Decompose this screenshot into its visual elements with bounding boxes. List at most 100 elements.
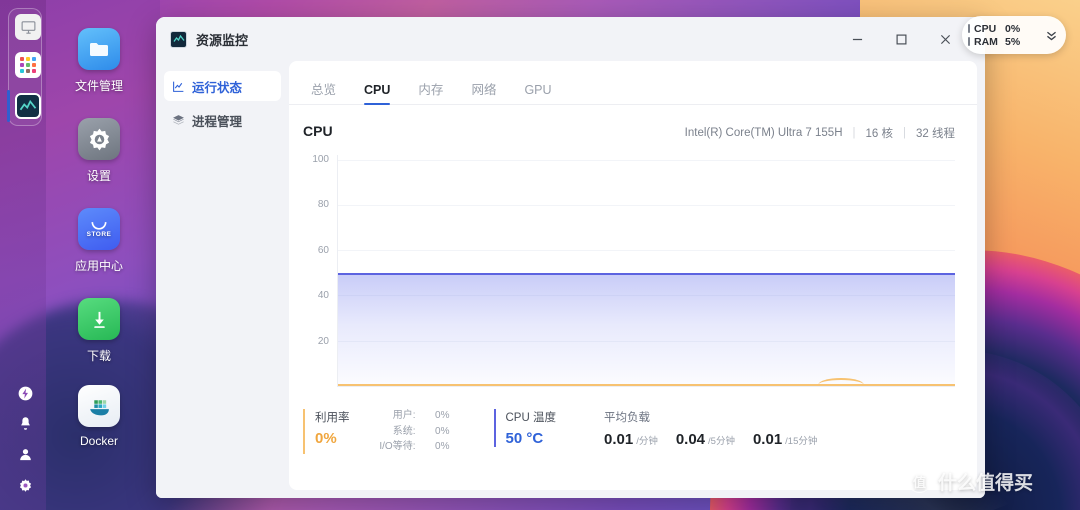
breakdown-key: 系统:: [392, 425, 416, 437]
widget-key: RAM: [974, 35, 998, 48]
sidebar-item-running-status[interactable]: 运行状态: [164, 71, 281, 101]
chart-y-axis: 100 80 60 40 20: [303, 153, 329, 387]
resource-monitor-icon: [170, 30, 187, 48]
power-icon[interactable]: [16, 384, 34, 402]
desktop-shortcut-settings[interactable]: 设置: [54, 118, 144, 184]
window-titlebar[interactable]: 资源监控: [156, 17, 985, 61]
load-unit: /15分钟: [785, 436, 818, 447]
cpu-threads: 32 线程: [916, 128, 955, 140]
load-unit: /分钟: [636, 436, 658, 447]
download-icon: [78, 298, 120, 340]
sidebar-item-label: 进程管理: [192, 114, 243, 129]
load-values: 0.01 /分钟 0.04 /5分钟 0.01 /15分钟: [604, 431, 817, 448]
chart-temperature-peak: [818, 378, 864, 385]
dock-active-indicator: [7, 90, 10, 122]
y-tick: 20: [317, 335, 329, 347]
load-item: 0.01 /15分钟: [753, 431, 817, 448]
tab-network[interactable]: 网络: [471, 83, 496, 105]
stat-utilization: 利用率 0% 用户: 0% 系统: 0% I/O等待: 0%: [303, 409, 450, 454]
stat-label: 平均负载: [603, 412, 650, 424]
shortcut-label: 应用中心: [74, 259, 123, 273]
sidebar-item-process-manager[interactable]: 进程管理: [164, 105, 281, 135]
watermark-text: 什么值得买: [938, 473, 1034, 494]
chart-plot-area: [337, 155, 955, 387]
system-monitor-widget[interactable]: CPU 0% RAM 5%: [962, 16, 1066, 54]
chart-series-cpu-frequency: [338, 272, 955, 386]
shortcut-label: 下载: [86, 349, 111, 363]
shortcut-label: Docker: [79, 434, 118, 448]
gridline: [338, 204, 955, 206]
close-button[interactable]: [925, 17, 965, 61]
breakdown-value: 0%: [435, 441, 450, 452]
breakdown-row: 用户: 0%: [372, 410, 450, 423]
taskbar-dock: [0, 0, 46, 510]
widget-key: CPU: [974, 22, 997, 35]
y-tick: 100: [312, 153, 329, 165]
desktop-shortcut-app-center[interactable]: STORE 应用中心: [54, 208, 144, 274]
resource-monitor-icon[interactable]: [15, 93, 41, 119]
load-value: 0.04: [675, 431, 706, 448]
desktop-shortcut-file-manager[interactable]: 文件管理: [54, 28, 144, 94]
load-value: 0.01: [603, 431, 634, 448]
resource-monitor-window: 资源监控 运行状态 进程管理 总览 CPU 内存 网络 GPU CPU Inte…: [156, 17, 985, 498]
widget-row-cpu: CPU 0%: [974, 23, 1027, 35]
stat-label: 利用率: [315, 412, 350, 424]
chart-icon: [173, 81, 184, 92]
display-icon[interactable]: [15, 14, 41, 40]
chevron-double-down-icon[interactable]: [1045, 29, 1058, 42]
stat-temperature: CPU 温度 50 °C: [493, 409, 556, 447]
breakdown-value: 0%: [435, 425, 450, 437]
breakdown-key: I/O等待:: [379, 441, 416, 452]
docker-icon: [78, 385, 120, 427]
tab-overview[interactable]: 总览: [311, 83, 336, 105]
desktop: 文件管理 设置 STORE 应用中心 下载 Docker 资源监控 运行状态 进…: [0, 0, 1080, 510]
stat-value: 50 °C: [505, 430, 544, 447]
watermark: 值 什么值得买: [908, 468, 1033, 495]
gridline: [338, 159, 955, 161]
desktop-shortcut-download[interactable]: 下载: [54, 298, 144, 364]
cpu-chart: 100 80 60 40 20: [303, 153, 955, 387]
minimize-button[interactable]: [837, 17, 877, 61]
tab-gpu[interactable]: GPU: [524, 83, 551, 105]
stat-value: 0%: [315, 430, 337, 447]
tab-cpu[interactable]: CPU: [364, 83, 390, 105]
desktop-shortcut-docker[interactable]: Docker: [54, 385, 144, 448]
breakdown-row: 系统: 0%: [372, 426, 450, 439]
store-badge: STORE: [86, 230, 112, 238]
y-tick: 80: [317, 199, 329, 211]
load-value: 0.01: [752, 431, 783, 448]
bell-icon[interactable]: [16, 414, 34, 432]
maximize-button[interactable]: [881, 17, 921, 61]
watermark-logo: 值: [908, 470, 931, 493]
tab-memory[interactable]: 内存: [418, 83, 443, 105]
sidebar-item-label: 运行状态: [192, 80, 243, 95]
store-icon: STORE: [78, 208, 120, 250]
gear-icon[interactable]: [16, 476, 34, 494]
user-icon[interactable]: [16, 445, 34, 463]
layers-icon: [173, 114, 184, 125]
content-card: 总览 CPU 内存 网络 GPU CPU Intel(R) Core(TM) U…: [289, 61, 977, 490]
app-grid-icon[interactable]: [15, 52, 41, 78]
signal-bars-icon: [968, 24, 970, 46]
widget-row-ram: RAM 5%: [974, 36, 1027, 48]
cpu-cores: 16 核: [865, 128, 894, 140]
tab-bar: 总览 CPU 内存 网络 GPU: [289, 69, 977, 105]
widget-value: 5%: [1005, 35, 1021, 48]
folder-icon: [78, 28, 120, 70]
widget-rows: CPU 0% RAM 5%: [974, 23, 1027, 48]
cpu-meta: Intel(R) Core(TM) Ultra 7 155H | 16 核 | …: [685, 125, 955, 141]
shortcut-label: 设置: [86, 169, 111, 183]
cpu-model: Intel(R) Core(TM) Ultra 7 155H: [684, 127, 843, 139]
window-body: 运行状态 进程管理 总览 CPU 内存 网络 GPU CPU Intel(R) …: [156, 61, 985, 498]
meta-divider: |: [903, 127, 906, 139]
panel-header: CPU Intel(R) Core(TM) Ultra 7 155H | 16 …: [289, 105, 977, 141]
sidebar: 运行状态 进程管理: [156, 61, 289, 498]
y-tick: 40: [317, 290, 329, 302]
gridline: [338, 250, 955, 252]
meta-divider: |: [852, 127, 856, 139]
load-unit: /5分钟: [708, 436, 735, 447]
gear-icon: [78, 118, 120, 160]
load-item: 0.04 /5分钟: [676, 431, 735, 448]
stats-row: 利用率 0% 用户: 0% 系统: 0% I/O等待: 0% CPU 温度 50…: [289, 387, 977, 454]
breakdown-value: 0%: [435, 410, 450, 421]
